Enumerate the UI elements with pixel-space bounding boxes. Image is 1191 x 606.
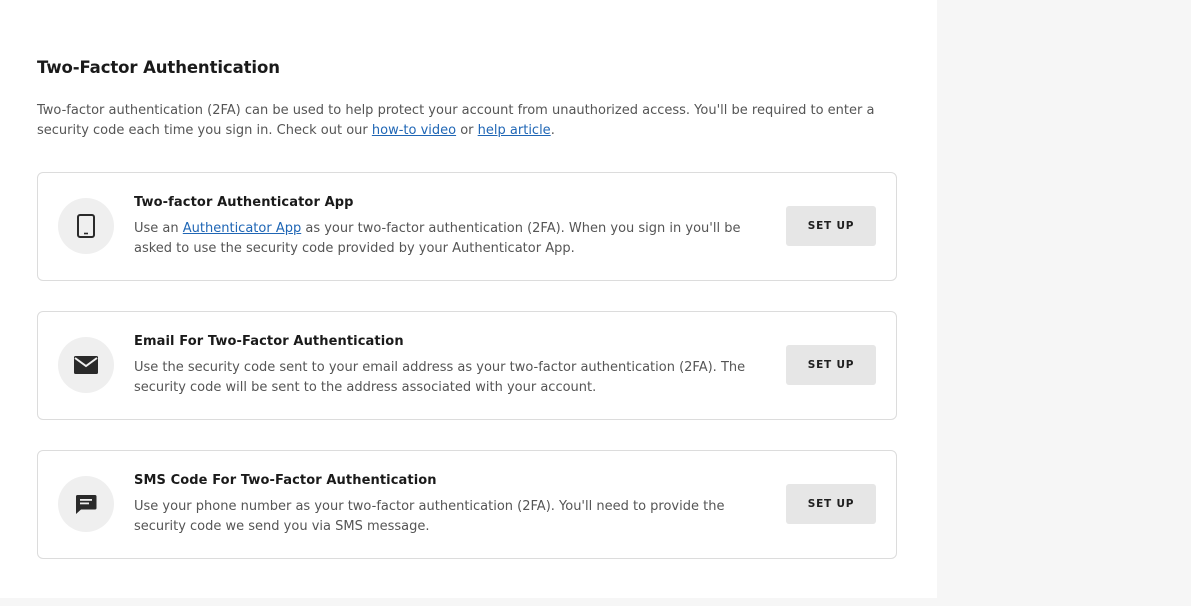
main-panel: Two-Factor Authentication Two-factor aut… — [0, 0, 937, 598]
email-2fa-card: Email For Two-Factor Authentication Use … — [37, 311, 897, 420]
authenticator-app-card: Two-factor Authenticator App Use an Auth… — [37, 172, 897, 281]
authenticator-app-link[interactable]: Authenticator App — [183, 221, 301, 236]
envelope-icon — [58, 337, 114, 393]
chat-bubble-icon — [58, 476, 114, 532]
how-to-video-link[interactable]: how-to video — [372, 123, 456, 138]
card-description: Use an Authenticator App as your two-fac… — [134, 221, 741, 256]
card-description: Use your phone number as your two-factor… — [134, 499, 725, 534]
card-title: Two-factor Authenticator App — [134, 195, 354, 210]
card-title: Email For Two-Factor Authentication — [134, 334, 404, 349]
help-article-link[interactable]: help article — [478, 123, 551, 138]
sms-2fa-card: SMS Code For Two-Factor Authentication U… — [37, 450, 897, 559]
sms-setup-button[interactable]: SET UP — [786, 484, 876, 524]
page-title: Two-Factor Authentication — [37, 58, 280, 77]
intro-text: Two-factor authentication (2FA) can be u… — [37, 103, 875, 138]
email-setup-button[interactable]: SET UP — [786, 345, 876, 385]
authenticator-setup-button[interactable]: SET UP — [786, 206, 876, 246]
card-description: Use the security code sent to your email… — [134, 360, 746, 395]
card-title: SMS Code For Two-Factor Authentication — [134, 473, 437, 488]
phone-icon — [58, 198, 114, 254]
